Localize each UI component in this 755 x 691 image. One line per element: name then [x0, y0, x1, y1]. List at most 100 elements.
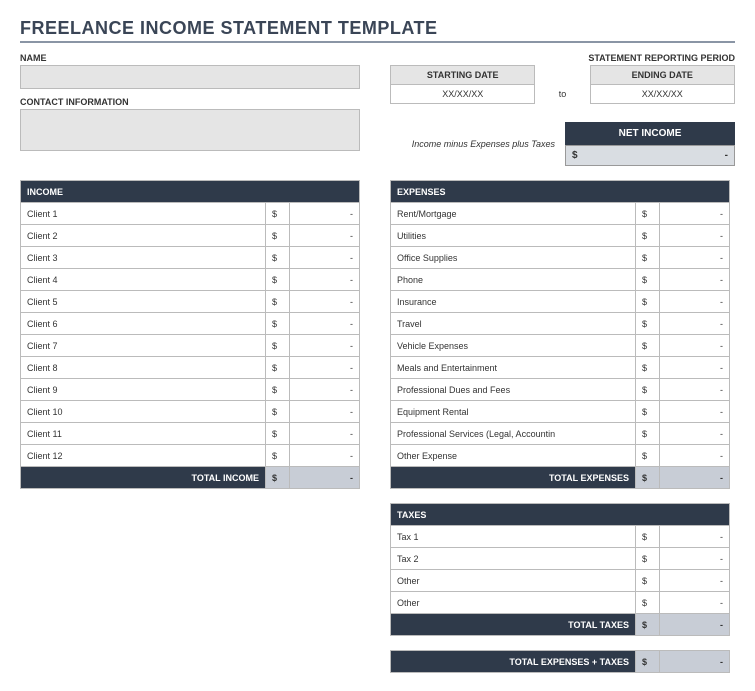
- income-name-cell[interactable]: Client 5: [21, 291, 266, 313]
- table-row: Client 2$-: [21, 225, 360, 247]
- expense-name-cell[interactable]: Vehicle Expenses: [391, 335, 636, 357]
- income-total-val: -: [290, 467, 360, 489]
- tax-value-cell[interactable]: -: [660, 548, 730, 570]
- tax-name-cell[interactable]: Other: [391, 592, 636, 614]
- expense-name-cell[interactable]: Insurance: [391, 291, 636, 313]
- expense-name-cell[interactable]: Rent/Mortgage: [391, 203, 636, 225]
- income-name-cell[interactable]: Client 3: [21, 247, 266, 269]
- taxes-total-cur: $: [636, 614, 660, 636]
- expense-value-cell[interactable]: -: [660, 225, 730, 247]
- expense-currency-cell: $: [636, 401, 660, 423]
- income-currency-cell: $: [266, 203, 290, 225]
- end-date-cell[interactable]: XX/XX/XX: [590, 85, 735, 104]
- table-row: Client 1$-: [21, 203, 360, 225]
- income-name-cell[interactable]: Client 12: [21, 445, 266, 467]
- income-currency-cell: $: [266, 379, 290, 401]
- income-value-cell[interactable]: -: [290, 379, 360, 401]
- tax-name-cell[interactable]: Tax 2: [391, 548, 636, 570]
- income-name-cell[interactable]: Client 2: [21, 225, 266, 247]
- income-value-cell[interactable]: -: [290, 401, 360, 423]
- expense-name-cell[interactable]: Other Expense: [391, 445, 636, 467]
- income-currency-cell: $: [266, 445, 290, 467]
- expense-name-cell[interactable]: Utilities: [391, 225, 636, 247]
- expense-name-cell[interactable]: Professional Services (Legal, Accountin: [391, 423, 636, 445]
- netincome-header: NET INCOME: [565, 122, 735, 145]
- expense-currency-cell: $: [636, 247, 660, 269]
- table-row: Client 11$-: [21, 423, 360, 445]
- income-total-label: TOTAL INCOME: [21, 467, 266, 489]
- income-name-cell[interactable]: Client 10: [21, 401, 266, 423]
- tax-value-cell[interactable]: -: [660, 570, 730, 592]
- expense-value-cell[interactable]: -: [660, 247, 730, 269]
- netincome-currency: $: [572, 150, 590, 161]
- tax-value-cell[interactable]: -: [660, 526, 730, 548]
- income-name-cell[interactable]: Client 1: [21, 203, 266, 225]
- income-value-cell[interactable]: -: [290, 313, 360, 335]
- table-row: Client 12$-: [21, 445, 360, 467]
- expense-value-cell[interactable]: -: [660, 401, 730, 423]
- tax-name-cell[interactable]: Tax 1: [391, 526, 636, 548]
- taxes-table: TAXES Tax 1$-Tax 2$-Other$-Other$- TOTAL…: [390, 503, 730, 636]
- expense-name-cell[interactable]: Office Supplies: [391, 247, 636, 269]
- income-value-cell[interactable]: -: [290, 225, 360, 247]
- table-row: Professional Dues and Fees$-: [391, 379, 730, 401]
- income-name-cell[interactable]: Client 8: [21, 357, 266, 379]
- expense-value-cell[interactable]: -: [660, 357, 730, 379]
- table-row: Phone$-: [391, 269, 730, 291]
- start-date-cell[interactable]: XX/XX/XX: [391, 85, 535, 104]
- expense-value-cell[interactable]: -: [660, 335, 730, 357]
- income-value-cell[interactable]: -: [290, 357, 360, 379]
- table-row: Client 6$-: [21, 313, 360, 335]
- income-value-cell[interactable]: -: [290, 445, 360, 467]
- tax-name-cell[interactable]: Other: [391, 570, 636, 592]
- income-value-cell[interactable]: -: [290, 247, 360, 269]
- expense-name-cell[interactable]: Phone: [391, 269, 636, 291]
- expense-currency-cell: $: [636, 445, 660, 467]
- income-value-cell[interactable]: -: [290, 203, 360, 225]
- expense-name-cell[interactable]: Travel: [391, 313, 636, 335]
- income-currency-cell: $: [266, 357, 290, 379]
- expense-currency-cell: $: [636, 269, 660, 291]
- expense-currency-cell: $: [636, 357, 660, 379]
- income-value-cell[interactable]: -: [290, 335, 360, 357]
- expense-value-cell[interactable]: -: [660, 291, 730, 313]
- income-name-cell[interactable]: Client 6: [21, 313, 266, 335]
- expense-value-cell[interactable]: -: [660, 269, 730, 291]
- tax-value-cell[interactable]: -: [660, 592, 730, 614]
- income-value-cell[interactable]: -: [290, 423, 360, 445]
- income-total-cur: $: [266, 467, 290, 489]
- income-name-cell[interactable]: Client 7: [21, 335, 266, 357]
- netincome-value: -: [590, 150, 728, 161]
- expense-value-cell[interactable]: -: [660, 445, 730, 467]
- table-row: Other Expense$-: [391, 445, 730, 467]
- income-currency-cell: $: [266, 401, 290, 423]
- income-name-cell[interactable]: Client 9: [21, 379, 266, 401]
- income-name-cell[interactable]: Client 11: [21, 423, 266, 445]
- end-date-header: ENDING DATE: [590, 66, 735, 85]
- income-value-cell[interactable]: -: [290, 291, 360, 313]
- expense-currency-cell: $: [636, 291, 660, 313]
- table-row: Client 5$-: [21, 291, 360, 313]
- income-name-cell[interactable]: Client 4: [21, 269, 266, 291]
- income-value-cell[interactable]: -: [290, 269, 360, 291]
- expense-currency-cell: $: [636, 313, 660, 335]
- contact-input[interactable]: [20, 109, 360, 151]
- income-currency-cell: $: [266, 335, 290, 357]
- expense-currency-cell: $: [636, 335, 660, 357]
- expense-name-cell[interactable]: Professional Dues and Fees: [391, 379, 636, 401]
- tax-currency-cell: $: [636, 570, 660, 592]
- expenses-total-cur: $: [636, 467, 660, 489]
- expense-value-cell[interactable]: -: [660, 313, 730, 335]
- expense-value-cell[interactable]: -: [660, 423, 730, 445]
- table-row: Client 9$-: [21, 379, 360, 401]
- name-input[interactable]: [20, 65, 360, 89]
- table-row: Client 3$-: [21, 247, 360, 269]
- contact-label: CONTACT INFORMATION: [20, 97, 360, 107]
- expense-name-cell[interactable]: Meals and Entertainment: [391, 357, 636, 379]
- expense-value-cell[interactable]: -: [660, 203, 730, 225]
- period-table: STARTING DATE ENDING DATE XX/XX/XX to XX…: [390, 65, 735, 104]
- expenses-total-val: -: [660, 467, 730, 489]
- tax-currency-cell: $: [636, 526, 660, 548]
- expense-value-cell[interactable]: -: [660, 379, 730, 401]
- expense-name-cell[interactable]: Equipment Rental: [391, 401, 636, 423]
